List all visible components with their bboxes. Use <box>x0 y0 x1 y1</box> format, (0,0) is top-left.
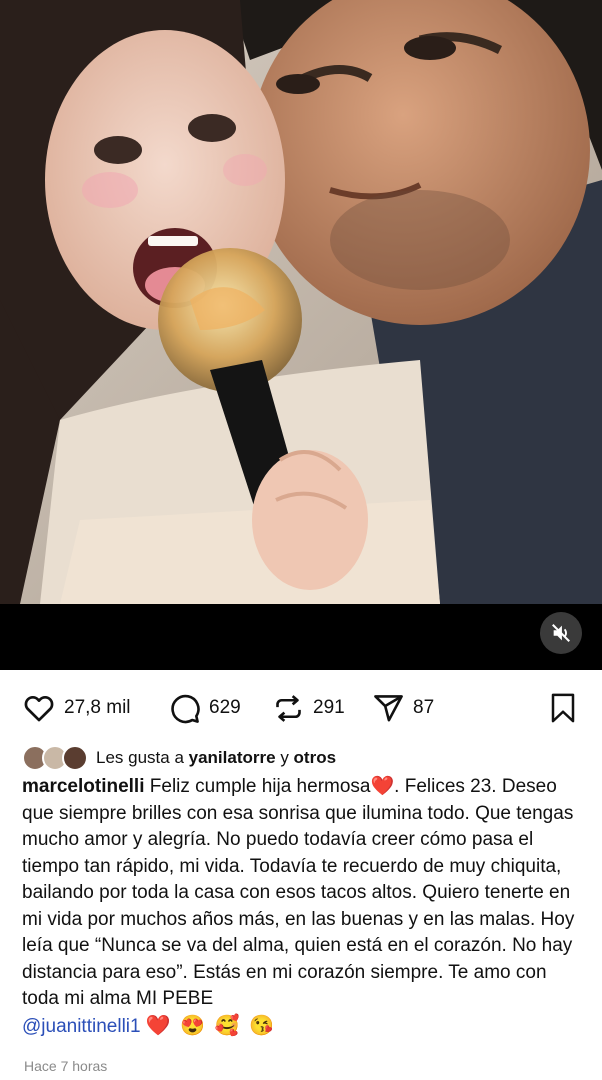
post-caption: marcelotinelli Feliz cumple hija hermosa… <box>22 774 582 1040</box>
heart-emoji: ❤️ <box>370 776 395 797</box>
caption-emojis: ❤️ 😍 🥰 😘 <box>145 1014 277 1037</box>
avatar <box>62 745 88 771</box>
caption-mention[interactable]: @juanittinelli1 <box>22 1016 141 1037</box>
liked-by-others[interactable]: otros <box>294 748 337 768</box>
caption-text-part1: Feliz cumple hija hermosa <box>149 776 371 797</box>
caption-username[interactable]: marcelotinelli <box>22 776 145 797</box>
liked-by-joiner: y <box>280 748 289 767</box>
speaker-muted-icon <box>552 624 570 642</box>
mute-button[interactable] <box>540 612 582 654</box>
post-photo <box>0 0 602 604</box>
save-button[interactable] <box>548 684 578 732</box>
liked-by-row[interactable]: Les gusta a yanilatorre y otros <box>22 744 336 772</box>
comments-count: 629 <box>209 697 241 718</box>
liked-by-avatars <box>22 745 88 771</box>
shares-count: 87 <box>413 697 435 718</box>
liked-by-prefix: Les gusta a <box>96 748 184 767</box>
post-actions: 27,8 mil 629 291 87 <box>0 684 602 732</box>
repost-button[interactable]: 291 <box>272 684 345 732</box>
caption-text-part2: . Felices 23. Deseo que siempre brilles … <box>22 776 575 1009</box>
comment-button[interactable]: 629 <box>168 684 241 732</box>
post-media[interactable] <box>0 0 602 670</box>
post-timestamp: Hace 7 horas <box>24 1058 108 1074</box>
heart-outline-icon <box>24 695 54 722</box>
like-button[interactable]: 27,8 mil <box>22 684 131 732</box>
send-paper-plane-icon <box>374 694 403 721</box>
liked-by-user[interactable]: yanilatorre <box>189 748 276 768</box>
reposts-count: 291 <box>313 697 345 718</box>
repost-icon <box>276 694 301 722</box>
bookmark-icon <box>551 693 575 723</box>
share-button[interactable]: 87 <box>372 684 434 732</box>
comment-bubble-icon <box>171 694 200 723</box>
likes-count: 27,8 mil <box>64 697 131 718</box>
